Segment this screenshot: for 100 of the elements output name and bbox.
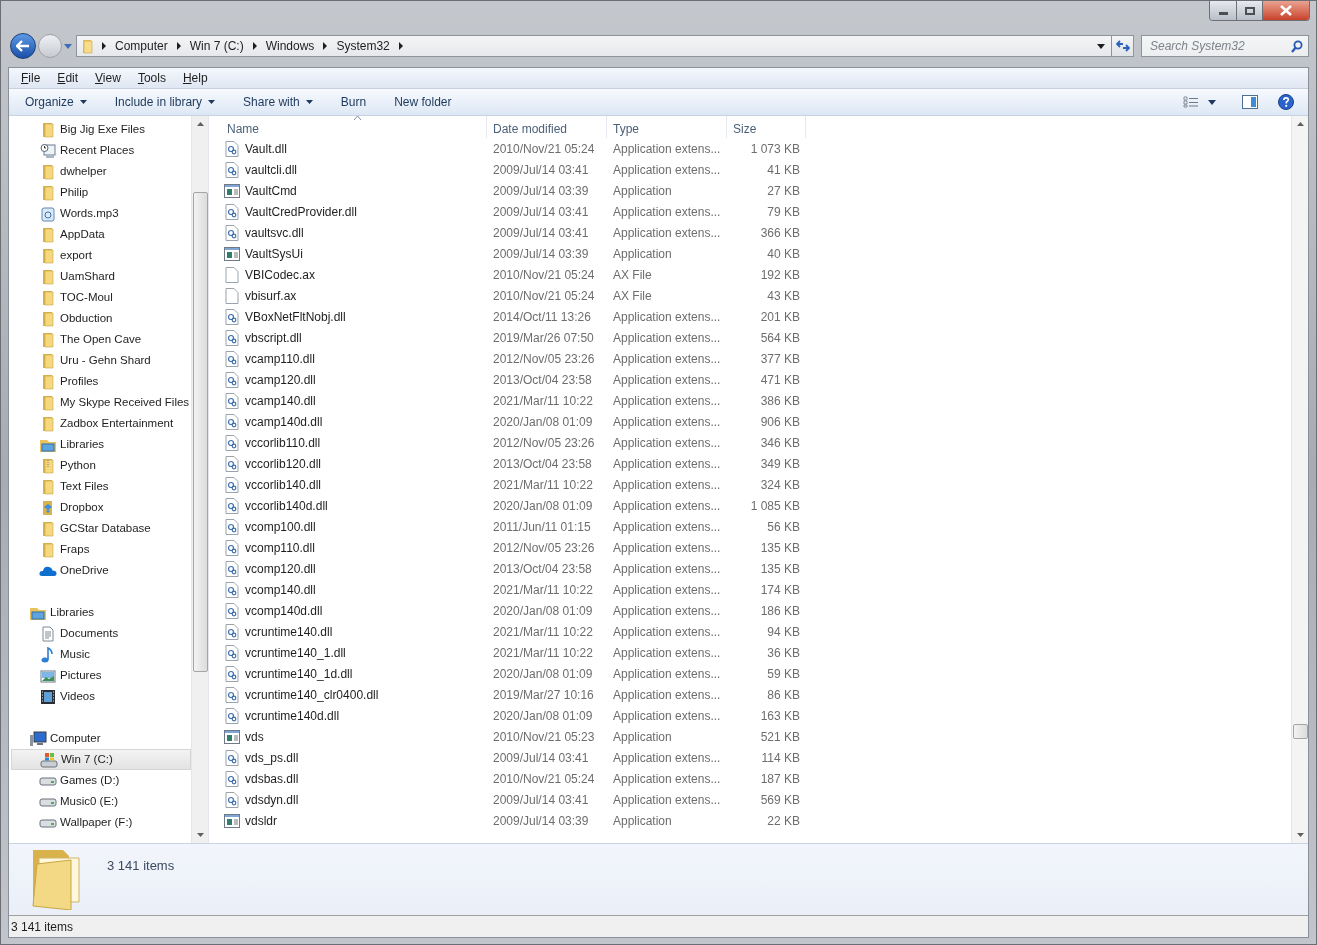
file-name[interactable]: VaultCmd [245,181,297,200]
nav-item[interactable]: Zadbox Entertainment [9,413,191,434]
nav-item[interactable]: Profiles [9,371,191,392]
toolbar-button[interactable]: New folder [388,91,458,113]
scroll-up-icon[interactable] [196,122,204,126]
nav-item[interactable]: Libraries [9,434,191,455]
close-icon[interactable] [1280,5,1292,16]
breadcrumb[interactable]: Windows [262,37,318,55]
file-name[interactable]: vdsbas.dll [245,769,299,788]
nav-item[interactable]: My Skype Received Files [9,392,191,413]
file-name[interactable]: VaultCredProvider.dll [245,202,357,221]
file-name[interactable]: vcomp100.dll [245,517,316,536]
caret-icon[interactable] [1208,99,1216,105]
nav-item[interactable]: Obduction [9,308,191,329]
nav-item[interactable]: AppData [9,224,191,245]
file-name[interactable]: vcomp140.dll [245,580,316,599]
file-name[interactable]: vdsldr [245,811,277,830]
file-name[interactable]: vdsdyn.dll [245,790,299,809]
maximize-button[interactable] [1237,1,1263,20]
file-name[interactable]: vaultsvc.dll [245,223,304,242]
menu-item[interactable]: Help [180,69,210,87]
file-name[interactable]: vcruntime140.dll [245,622,333,641]
history-dropdown-icon[interactable] [64,43,72,49]
nav-item[interactable]: Recent Places [9,140,191,161]
nav-item[interactable]: Uru - Gehn Shard [9,350,191,371]
scroll-up-icon[interactable] [1296,122,1304,126]
file-name[interactable]: vbisurf.ax [245,286,297,305]
toolbar-button[interactable]: Share with [237,91,319,113]
toolbar-button[interactable]: Include in library [108,91,222,113]
menu-item[interactable]: Edit [55,69,81,87]
breadcrumb[interactable]: System32 [333,37,393,55]
nav-item[interactable]: Music0 (E:) [9,791,191,812]
details-view-icon[interactable] [1183,96,1198,108]
scrollbar[interactable] [191,116,208,843]
column-header[interactable]: Type [607,116,727,138]
file-name[interactable]: vcruntime140d.dll [245,706,340,725]
preview-pane-icon[interactable] [1242,95,1258,109]
file-name[interactable]: VaultSysUi [245,244,303,263]
scroll-thumb[interactable] [192,192,208,672]
column-header[interactable]: Date modified [487,116,607,138]
file-name[interactable]: vcamp110.dll [245,349,315,368]
file-name[interactable]: vbscript.dll [245,328,302,347]
file-name[interactable]: vaultcli.dll [245,160,298,179]
toolbar-button[interactable]: Burn [334,91,373,113]
file-name[interactable]: vccorlib110.dll [245,433,321,452]
scrollbar[interactable] [1291,116,1308,843]
file-name[interactable]: vcruntime140_1d.dll [245,664,353,683]
file-name[interactable]: vcruntime140_1.dll [245,643,346,662]
refresh-button[interactable] [1112,35,1134,57]
nav-item[interactable]: Dropbox [9,497,191,518]
file-name[interactable]: vcruntime140_clr0400.dll [245,685,379,704]
nav-item[interactable]: Music [9,644,191,665]
nav-item[interactable]: Text Files [9,476,191,497]
file-name[interactable]: vcomp120.dll [245,559,316,578]
nav-item[interactable]: UamShard [9,266,191,287]
file-name[interactable]: Vault.dll [245,139,287,158]
menu-item[interactable]: View [93,69,123,87]
caret-icon[interactable] [305,100,313,104]
nav-item[interactable]: export [9,245,191,266]
nav-item[interactable]: Words.mp3 [9,203,191,224]
nav-item[interactable]: GCStar Database [9,518,191,539]
file-name[interactable]: vcomp140d.dll [245,601,323,620]
nav-item[interactable]: dwhelper [9,161,191,182]
nav-section-header[interactable]: Libraries [9,602,191,623]
nav-item[interactable]: Philip [9,182,191,203]
search-field[interactable]: Search System32 [1141,35,1309,57]
minimize-button[interactable] [1210,1,1237,20]
file-name[interactable]: vcamp140d.dll [245,412,323,431]
nav-item[interactable]: The Open Cave [9,329,191,350]
nav-item[interactable]: Games (D:) [9,770,191,791]
breadcrumb[interactable]: Win 7 (C:) [186,37,247,55]
help-icon[interactable] [1278,94,1294,110]
toolbar-button[interactable]: Organize [19,91,93,113]
file-name[interactable]: vccorlib140.dll [245,475,322,494]
nav-item[interactable]: Videos [9,686,191,707]
nav-item[interactable]: OneDrive [9,560,191,581]
close-button[interactable] [1263,1,1309,20]
menu-item[interactable]: Tools [135,69,168,87]
nav-item[interactable]: Big Jig Exe Files [9,119,191,140]
file-name[interactable]: vccorlib120.dll [245,454,322,473]
file-name[interactable]: VBICodec.ax [245,265,316,284]
column-header[interactable]: Name [221,116,487,138]
scroll-down-icon[interactable] [196,833,204,837]
file-name[interactable]: vccorlib140d.dll [245,496,328,515]
file-name[interactable]: VBoxNetFltNobj.dll [245,307,346,326]
address-bar[interactable]: Computer Win 7 (C:) Windows System32 [76,35,1112,57]
column-header[interactable]: Size [727,116,806,138]
nav-item[interactable]: Python [9,455,191,476]
refresh-icon[interactable] [1115,40,1130,52]
menu-item[interactable]: File [19,69,43,87]
nav-item[interactable]: Documents [9,623,191,644]
nav-item[interactable]: Win 7 (C:) [11,749,191,770]
breadcrumb-arrow-icon[interactable] [99,42,109,50]
nav-item[interactable]: Wallpaper (F:) [9,812,191,833]
scroll-down-icon[interactable] [1296,833,1304,837]
nav-item[interactable]: Pictures [9,665,191,686]
nav-section-header[interactable]: Computer [9,728,191,749]
scroll-thumb[interactable] [1292,724,1308,739]
caret-icon[interactable] [79,100,87,104]
file-name[interactable]: vcamp140.dll [245,391,316,410]
